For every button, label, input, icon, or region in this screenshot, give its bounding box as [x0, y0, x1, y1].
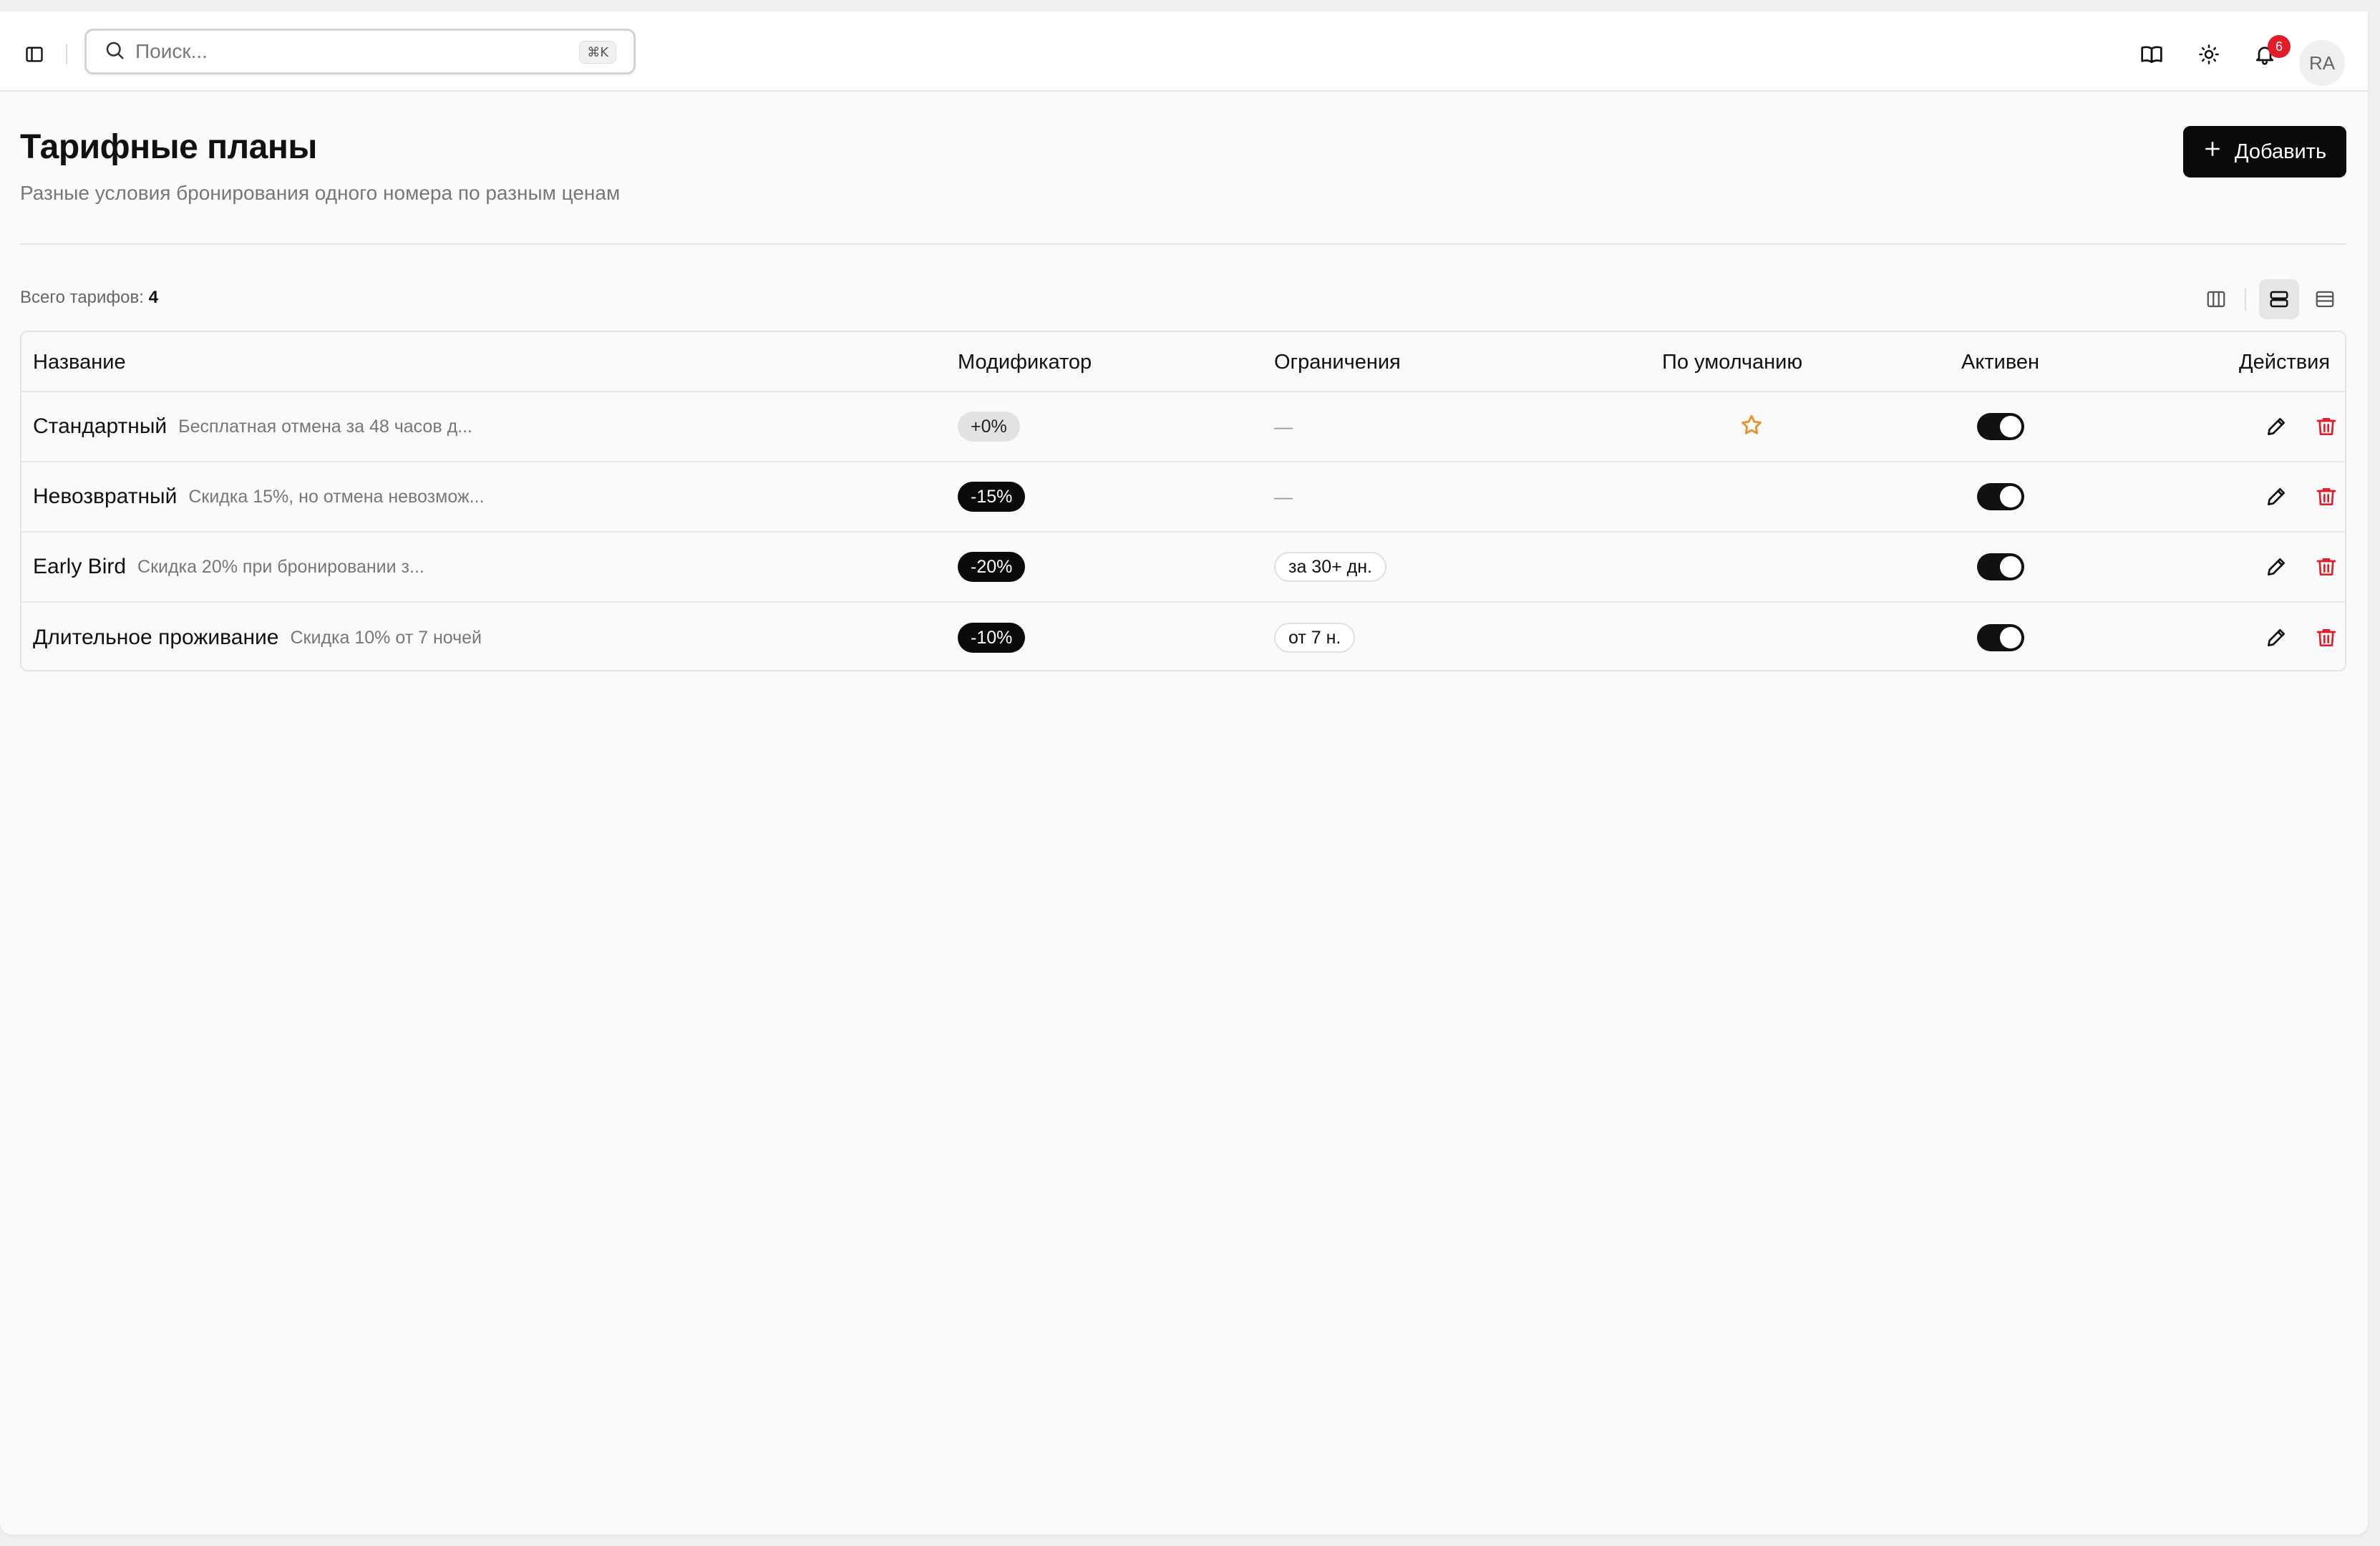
- add-button[interactable]: Добавить: [2183, 126, 2346, 178]
- active-cell: [1977, 392, 2024, 461]
- total-label: Всего тарифов:: [20, 288, 144, 307]
- columns-view-icon[interactable]: [2196, 279, 2236, 319]
- actions-cell: [2259, 392, 2343, 461]
- star-icon[interactable]: [1739, 413, 1764, 441]
- plan-description: Скидка 20% при бронировании з...: [137, 556, 424, 577]
- table-row[interactable]: Невозвратный Скидка 15%, но отмена невоз…: [21, 462, 2345, 533]
- edit-icon[interactable]: [2259, 550, 2293, 584]
- active-toggle[interactable]: [1977, 553, 2024, 580]
- column-header-name[interactable]: Название: [33, 351, 126, 374]
- plan-description: Скидка 15%, но отмена невозмож...: [188, 486, 485, 507]
- avatar[interactable]: RA: [2299, 40, 2345, 86]
- cards-view-icon[interactable]: [2259, 279, 2299, 319]
- plan-description: Бесплатная отмена за 48 часов д...: [178, 416, 472, 437]
- modifier-badge: -15%: [958, 482, 1026, 512]
- restriction-badge: за 30+ дн.: [1274, 552, 1387, 582]
- sun-icon[interactable]: [2192, 37, 2226, 72]
- restriction-cell: за 30+ дн.: [1274, 533, 1387, 601]
- view-divider: [2245, 288, 2246, 311]
- plan-name: Early Bird: [33, 555, 127, 578]
- delete-icon[interactable]: [2309, 409, 2343, 444]
- active-cell: [1977, 603, 2024, 670]
- edit-icon[interactable]: [2259, 480, 2293, 514]
- plan-name-cell: Невозвратный Скидка 15%, но отмена невоз…: [33, 462, 485, 531]
- modifier-badge: -10%: [958, 623, 1026, 653]
- sidebar-toggle-icon[interactable]: [19, 39, 50, 70]
- plan-description: Скидка 10% от 7 ночей: [290, 627, 482, 648]
- topbar-divider: [66, 44, 67, 64]
- modifier-cell: -10%: [958, 603, 1026, 670]
- modifier-badge: +0%: [958, 412, 1020, 442]
- plan-name-cell: Early Bird Скидка 20% при бронировании з…: [33, 533, 424, 601]
- search-field[interactable]: ⌘K: [84, 29, 636, 74]
- total-value: 4: [148, 288, 158, 307]
- active-cell: [1977, 533, 2024, 601]
- delete-icon[interactable]: [2309, 621, 2343, 655]
- actions-cell: [2259, 603, 2343, 670]
- edit-icon[interactable]: [2259, 409, 2293, 444]
- restriction-cell: —: [1274, 462, 1293, 531]
- add-button-label: Добавить: [2234, 140, 2327, 163]
- modifier-cell: -20%: [958, 533, 1026, 601]
- plan-name: Длительное проживание: [33, 626, 279, 649]
- column-header-restrictions[interactable]: Ограничения: [1274, 351, 1401, 374]
- plan-name: Стандартный: [33, 414, 167, 438]
- plan-name: Невозвратный: [33, 485, 178, 508]
- table-row[interactable]: Early Bird Скидка 20% при бронировании з…: [21, 533, 2345, 603]
- restriction-cell: —: [1274, 392, 1293, 461]
- header-divider: [20, 243, 2346, 245]
- modifier-cell: +0%: [958, 392, 1020, 461]
- modifier-badge: -20%: [958, 552, 1026, 582]
- delete-icon[interactable]: [2309, 550, 2343, 584]
- active-cell: [1977, 462, 2024, 531]
- restriction-empty: —: [1274, 485, 1293, 507]
- active-toggle[interactable]: [1977, 413, 2024, 440]
- default-cell: [1739, 392, 1764, 461]
- column-header-default[interactable]: По умолчанию: [1662, 351, 1802, 374]
- table-row[interactable]: Длительное проживание Скидка 10% от 7 но…: [21, 603, 2345, 670]
- modifier-cell: -15%: [958, 462, 1026, 531]
- restriction-badge: от 7 н.: [1274, 623, 1356, 653]
- plan-name-cell: Длительное проживание Скидка 10% от 7 но…: [33, 603, 482, 670]
- edit-icon[interactable]: [2259, 621, 2293, 655]
- actions-cell: [2259, 533, 2343, 601]
- restriction-empty: —: [1274, 415, 1293, 437]
- app-window: ⌘K 6 RA Тарифные планы Разные условия бр: [0, 11, 2368, 1535]
- plus-icon: [2203, 140, 2222, 164]
- page-subtitle: Разные условия бронирования одного номер…: [20, 182, 621, 204]
- rate-plans-table: Название Модификатор Ограничения По умол…: [20, 331, 2346, 671]
- notification-badge: 6: [2268, 35, 2291, 58]
- actions-cell: [2259, 462, 2343, 531]
- search-input[interactable]: [135, 40, 633, 63]
- table-row[interactable]: Стандартный Бесплатная отмена за 48 часо…: [21, 392, 2345, 462]
- plan-name-cell: Стандартный Бесплатная отмена за 48 часо…: [33, 392, 472, 461]
- book-icon[interactable]: [2134, 37, 2169, 72]
- search-shortcut: ⌘K: [579, 41, 616, 64]
- top-bar: ⌘K 6 RA: [0, 11, 2368, 92]
- column-header-actions: Действия: [2239, 351, 2331, 374]
- active-toggle[interactable]: [1977, 483, 2024, 510]
- table-header: Название Модификатор Ограничения По умол…: [21, 332, 2345, 392]
- search-icon: [104, 39, 125, 64]
- column-header-modifier[interactable]: Модификатор: [958, 351, 1092, 374]
- delete-icon[interactable]: [2309, 480, 2343, 514]
- restriction-cell: от 7 н.: [1274, 603, 1356, 670]
- page-title: Тарифные планы: [20, 128, 317, 166]
- active-toggle[interactable]: [1977, 624, 2024, 651]
- table-view-icon[interactable]: [2305, 279, 2345, 319]
- column-header-active[interactable]: Активен: [1961, 351, 2039, 374]
- total-count: Всего тарифов: 4: [20, 288, 158, 308]
